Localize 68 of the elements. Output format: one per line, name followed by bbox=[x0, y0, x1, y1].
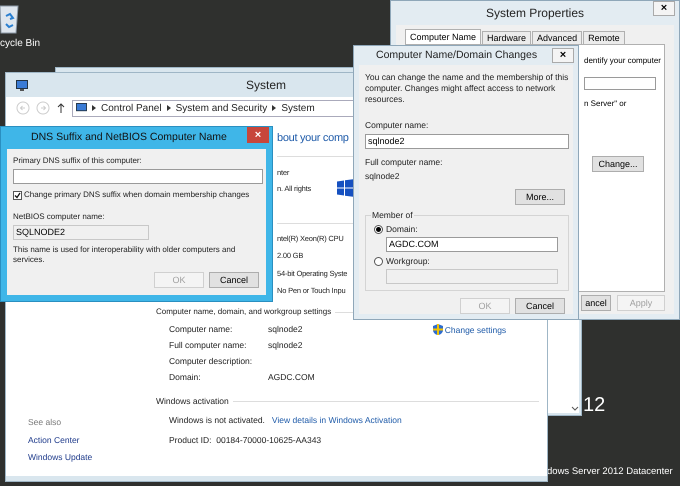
field-label: Full computer name: bbox=[365, 156, 444, 168]
text-field[interactable]: sqlnode2 bbox=[365, 134, 569, 148]
text-field[interactable]: AGDC.COM bbox=[386, 236, 558, 252]
note-text: This name is used for interoperability with older computers and services. bbox=[13, 245, 236, 265]
dialog-button[interactable]: ancel bbox=[581, 295, 611, 311]
description-text: n Server" or bbox=[584, 98, 628, 110]
radio-label: Workgroup: bbox=[386, 254, 430, 268]
field-label: Primary DNS suffix of this computer: bbox=[13, 155, 143, 167]
close-button[interactable]: × bbox=[653, 1, 675, 16]
change-settings-link[interactable]: Change settings bbox=[444, 324, 506, 337]
radio-label: Domain: bbox=[386, 223, 418, 236]
computer-icon bbox=[76, 103, 87, 113]
setting-label: Domain: bbox=[169, 371, 202, 383]
field-label: Computer name: bbox=[365, 118, 430, 132]
setting-value: AGDC.COM bbox=[268, 371, 315, 383]
full-name-value: sqlnode2 bbox=[365, 170, 401, 183]
text-field[interactable] bbox=[386, 268, 558, 284]
text-field[interactable]: SQLNODE2 bbox=[13, 225, 149, 240]
activation-status: Windows is not activated. bbox=[169, 414, 265, 426]
radio-button[interactable] bbox=[374, 256, 383, 266]
dialog-button[interactable]: Cancel bbox=[515, 298, 565, 314]
tab[interactable]: Computer Name bbox=[405, 29, 482, 44]
section-title: Windows activation bbox=[156, 395, 229, 408]
window-title: System Properties bbox=[486, 5, 584, 22]
computer-icon bbox=[16, 80, 28, 90]
section-label: See also bbox=[28, 416, 62, 428]
setting-value: sqlnode2 bbox=[268, 339, 303, 351]
setting-label: Computer description: bbox=[169, 355, 254, 367]
field-label: NetBIOS computer name: bbox=[13, 211, 106, 223]
up-arrow-icon[interactable] bbox=[56, 102, 66, 114]
recycle-bin-icon[interactable] bbox=[0, 4, 20, 34]
close-button[interactable]: × bbox=[552, 48, 574, 63]
dialog-button[interactable]: More... bbox=[515, 189, 565, 205]
os-watermark: 12 bbox=[583, 395, 606, 415]
window-title: System bbox=[246, 77, 286, 94]
tab[interactable]: Advanced bbox=[532, 31, 582, 44]
close-button[interactable]: × bbox=[247, 127, 269, 143]
chevron-icon bbox=[272, 105, 276, 111]
tab[interactable]: Remote bbox=[583, 31, 625, 44]
desktop-icon-label[interactable]: cycle Bin bbox=[0, 36, 40, 51]
shield-icon bbox=[432, 324, 443, 335]
text-field[interactable] bbox=[13, 169, 263, 184]
breadcrumb[interactable]: Control Panel bbox=[101, 100, 162, 116]
sidebar-link[interactable]: Windows Update bbox=[28, 451, 156, 464]
os-watermark: dows Server 2012 Datacenter bbox=[547, 465, 673, 479]
checkbox[interactable] bbox=[13, 190, 22, 200]
product-id: Product ID: 00184-70000-10625-AA343 bbox=[168, 434, 322, 446]
activation-link[interactable]: View details in Windows Activation bbox=[272, 414, 402, 426]
scroll-down-icon[interactable] bbox=[571, 405, 579, 413]
setting-label: Full computer name: bbox=[169, 339, 248, 351]
page-heading: bout your comp bbox=[277, 133, 349, 144]
chevron-icon bbox=[92, 105, 96, 111]
dialog-title: Computer Name/Domain Changes bbox=[376, 48, 538, 62]
setting-value: sqlnode2 bbox=[268, 323, 303, 335]
breadcrumb[interactable]: System bbox=[281, 100, 315, 116]
description-text: dentify your computer bbox=[584, 55, 660, 67]
checkbox-label: Change primary DNS suffix when domain membership changes bbox=[24, 189, 250, 201]
dialog-title: DNS Suffix and NetBIOS Computer Name bbox=[31, 130, 227, 146]
chevron-icon bbox=[166, 105, 171, 111]
breadcrumb[interactable]: System and Security bbox=[176, 100, 268, 116]
dialog-button[interactable]: Cancel bbox=[209, 272, 259, 288]
radio-button[interactable] bbox=[374, 224, 383, 234]
dialog-button[interactable]: Change... bbox=[592, 156, 644, 172]
section-title: Computer name, domain, and workgroup settings bbox=[156, 306, 332, 318]
tab[interactable]: Hardware bbox=[482, 31, 532, 44]
text-field[interactable] bbox=[584, 77, 656, 90]
setting-label: Computer name: bbox=[169, 323, 234, 335]
sidebar-link[interactable]: Action Center bbox=[28, 434, 156, 446]
